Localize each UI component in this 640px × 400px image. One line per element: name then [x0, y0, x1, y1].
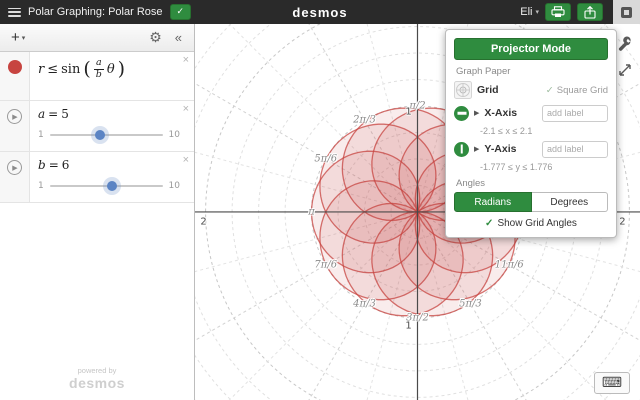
powered-by-desmos: powered by desmos [69, 366, 125, 392]
curve-color-icon[interactable] [7, 60, 22, 74]
math-lparen: ( [83, 58, 91, 81]
graph-paper-heading: Graph Paper [456, 66, 511, 77]
plus-icon: + [11, 29, 20, 46]
grid-label: Grid [477, 84, 499, 96]
x-axis-label: X-Axis [484, 107, 518, 119]
expression-math: a = 5 [38, 107, 69, 121]
menu-icon[interactable] [8, 7, 21, 17]
slider-min: 1 [38, 130, 44, 140]
expression-toolbar: + ▾ ⚙ « [0, 24, 194, 52]
x-axis-toggle-icon[interactable] [454, 105, 469, 121]
expression-gutter: ▶ [0, 152, 30, 202]
keyboard-icon: ⌨ [601, 374, 623, 390]
expression-math: b = 6 [38, 158, 70, 172]
slider-track[interactable] [49, 181, 163, 191]
angle-unit-segmented-control: Radians Degrees [454, 192, 608, 212]
add-expression-button[interactable]: + ▾ [6, 28, 30, 47]
slider-value: 6 [61, 158, 70, 172]
expression-row-2[interactable]: ▶ a = 5 1 10 × [0, 101, 194, 152]
expression-row-3[interactable]: ▶ b = 6 1 10 × [0, 152, 194, 203]
graph-settings-button[interactable] [615, 34, 635, 54]
desmos-logo: desmos [292, 4, 348, 20]
expression-math: r ≤ sin ( a b θ ) [38, 57, 180, 81]
graph-settings-popover: Projector Mode Graph Paper Grid ✓ Square… [445, 29, 617, 238]
graph-title: Polar Graphing: Polar Rose [28, 6, 163, 18]
check-icon: ✓ [545, 84, 554, 96]
share-button[interactable] [577, 3, 603, 21]
play-slider-icon[interactable]: ▶ [7, 109, 22, 124]
expression-body[interactable]: r ≤ sin ( a b θ ) × [30, 52, 194, 100]
play-slider-icon[interactable]: ▶ [7, 160, 22, 175]
math-rparen: ) [117, 58, 126, 81]
graph-pane: π/6π/3π/22π/35π/6π7π/64π/33π/25π/311π/62… [195, 24, 640, 400]
slider: 1 10 [38, 179, 180, 193]
x-axis-disclosure-icon[interactable]: ▶ [474, 109, 479, 117]
angles-heading: Angles [456, 178, 486, 189]
slider-max: 10 [168, 130, 180, 140]
expression-panel: + ▾ ⚙ « r ≤ sin ( a b θ ) × ▶ a = 5 1 10… [0, 24, 195, 400]
expression-body[interactable]: b = 6 1 10 × [30, 152, 194, 202]
slider: 1 10 [38, 128, 180, 142]
slider-value: 5 [61, 107, 69, 121]
expression-gutter [0, 52, 30, 100]
user-name: Eli [520, 6, 533, 18]
grid-row: Grid ✓ Square Grid [454, 80, 608, 100]
check-icon: ✓ [485, 218, 494, 229]
math-fn-sin: sin [61, 61, 81, 77]
y-axis-range: -1.777 ≤ y ≤ 1.776 [480, 162, 553, 172]
user-menu[interactable]: Eli ▾ [520, 6, 539, 18]
saved-indicator[interactable]: ✓ [169, 4, 192, 20]
expression-body[interactable]: a = 5 1 10 × [30, 101, 194, 151]
browser-extension-button[interactable] [613, 0, 640, 24]
printer-icon [551, 6, 565, 17]
math-var-theta: θ [106, 61, 115, 77]
close-icon[interactable]: × [183, 55, 189, 66]
degrees-button[interactable]: Degrees [531, 192, 608, 212]
wrench-icon [618, 36, 631, 51]
keyboard-toggle-button[interactable]: ⌨ [594, 372, 630, 394]
projector-mode-button[interactable]: Projector Mode [454, 38, 608, 60]
slider-min: 1 [38, 181, 44, 191]
default-zoom-button[interactable] [615, 60, 635, 80]
y-axis-label-input[interactable] [542, 140, 608, 158]
collapse-panel-button[interactable]: « [169, 30, 188, 45]
close-icon[interactable]: × [183, 155, 189, 166]
share-icon [584, 5, 596, 19]
show-grid-angles-checkbox[interactable]: ✓ Show Grid Angles [446, 218, 616, 229]
x-axis-label-input[interactable] [542, 104, 608, 122]
square-grid-toggle[interactable]: ✓ Square Grid [546, 85, 608, 96]
slider-handle[interactable] [107, 181, 118, 191]
math-var-r: r [38, 61, 45, 77]
extension-icon [621, 6, 632, 18]
close-icon[interactable]: × [183, 104, 189, 115]
math-op-leq: ≤ [47, 61, 59, 77]
slider-max: 10 [168, 181, 180, 191]
y-axis-row: ▶ Y-Axis [454, 139, 608, 159]
slider-handle[interactable] [94, 130, 105, 140]
expression-gutter: ▶ [0, 101, 30, 151]
y-axis-disclosure-icon[interactable]: ▶ [474, 145, 479, 153]
gear-icon[interactable]: ⚙ [142, 29, 169, 46]
y-axis-toggle-icon[interactable] [454, 141, 469, 157]
x-axis-row: ▶ X-Axis [454, 103, 608, 123]
y-axis-label: Y-Axis [484, 143, 517, 155]
radians-button[interactable]: Radians [454, 192, 532, 212]
print-button[interactable] [545, 3, 571, 21]
expression-row-1[interactable]: r ≤ sin ( a b θ ) × [0, 52, 194, 101]
chevron-down-icon: ▾ [535, 9, 539, 16]
math-fraction: a b [93, 57, 104, 80]
app-header: Polar Graphing: Polar Rose ✓ desmos Eli … [0, 0, 640, 24]
header-right-cluster: Eli ▾ [520, 0, 640, 24]
expand-arrows-icon [619, 64, 631, 76]
chevron-down-icon: ▾ [21, 34, 26, 42]
slider-track[interactable] [49, 130, 163, 140]
desmos-app: { "header": { "title": "Polar Graphing: … [0, 0, 640, 400]
x-axis-range: -2.1 ≤ x ≤ 2.1 [480, 126, 533, 136]
polar-grid-icon[interactable] [454, 81, 472, 99]
